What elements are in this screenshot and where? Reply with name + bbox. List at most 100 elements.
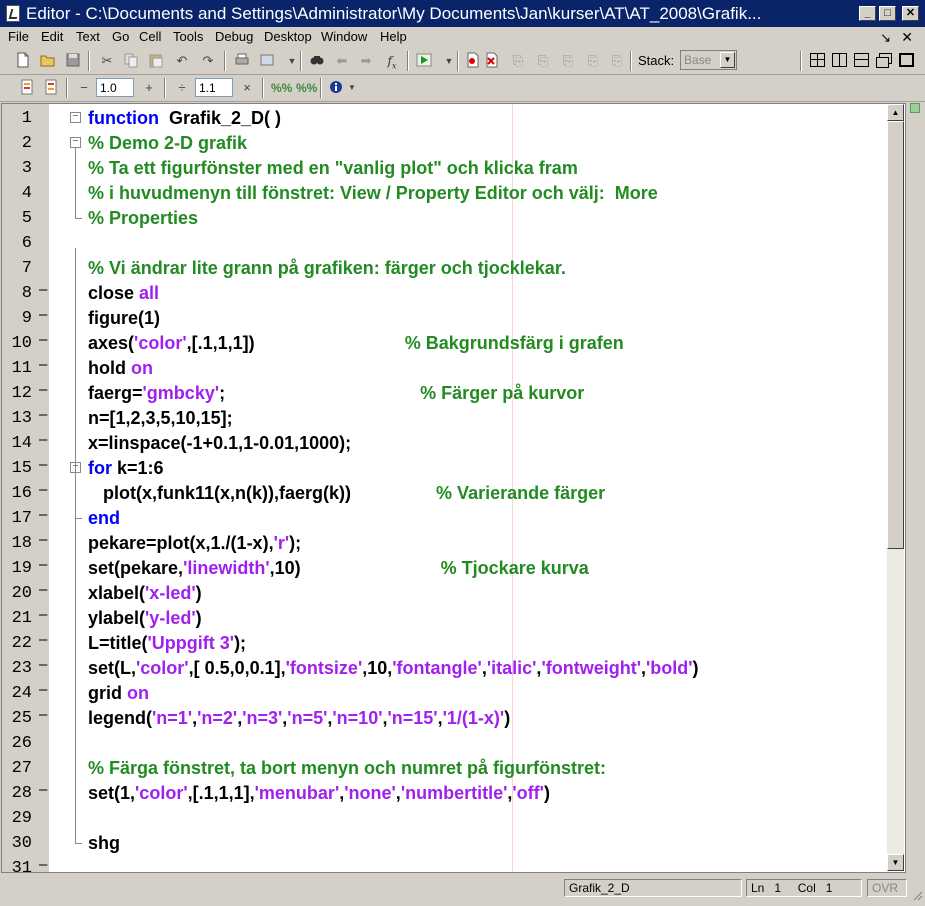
scroll-down-arrow-icon[interactable]: ▼ xyxy=(887,854,904,871)
new-file-icon[interactable] xyxy=(14,52,32,70)
code-line[interactable]: 20– xlabel('x-led') xyxy=(2,581,886,606)
menu-desktop[interactable]: Desktop xyxy=(264,29,312,44)
increment-button[interactable]: + xyxy=(140,79,158,97)
menu-file[interactable]: File xyxy=(8,29,29,44)
menu-window[interactable]: Window xyxy=(321,29,367,44)
save-icon[interactable] xyxy=(64,52,82,70)
code-text[interactable]: grid on xyxy=(88,683,149,704)
code-line[interactable]: 16– plot(x,funk11(x,n(k)),faerg(k)) % Va… xyxy=(2,481,886,506)
exit-debug-icon[interactable]: ⎘ xyxy=(608,52,626,70)
code-line[interactable]: 29 xyxy=(2,806,886,831)
info-dropdown-icon[interactable]: ▼ xyxy=(343,79,361,97)
left-right-layout-icon[interactable] xyxy=(832,53,847,67)
insert-cell-dividers-icon[interactable]: %% xyxy=(296,79,317,97)
code-text[interactable]: xlabel('x-led') xyxy=(88,583,202,604)
breakpoint-marker[interactable]: – xyxy=(39,331,47,348)
continue-icon[interactable]: ⎘ xyxy=(584,52,602,70)
code-line[interactable]: 18– pekare=plot(x,1./(1-x),'r'); xyxy=(2,531,886,556)
cell-eval-advance-icon[interactable] xyxy=(42,79,60,97)
breakpoint-marker[interactable]: – xyxy=(39,456,47,473)
breakpoint-marker[interactable]: – xyxy=(39,556,47,573)
undo-icon[interactable]: ↶ xyxy=(173,52,191,70)
code-line[interactable]: 12– faerg='gmbcky'; % Färger på kurvor xyxy=(2,381,886,406)
menu-go[interactable]: Go xyxy=(112,29,129,44)
code-text[interactable]: % Vi ändrar lite grann på grafiken: färg… xyxy=(88,258,566,279)
code-text[interactable]: plot(x,funk11(x,n(k)),faerg(k)) % Varier… xyxy=(88,483,605,504)
set-breakpoint-icon[interactable] xyxy=(464,52,482,70)
code-text[interactable]: hold on xyxy=(88,358,153,379)
breakpoint-marker[interactable]: – xyxy=(39,356,47,373)
code-text[interactable]: axes('color',[.1,1,1]) % Bakgrundsfärg i… xyxy=(88,333,624,354)
breakpoint-marker[interactable]: – xyxy=(39,631,47,648)
forward-icon[interactable]: ➡ xyxy=(357,52,375,70)
decrement-button[interactable]: − xyxy=(75,79,93,97)
code-text[interactable]: ylabel('y-led') xyxy=(88,608,202,629)
code-text[interactable]: x=linspace(-1+0.1,1-0.01,1000); xyxy=(88,433,351,454)
breakpoint-marker[interactable]: – xyxy=(39,431,47,448)
back-icon[interactable]: ⬅ xyxy=(333,52,351,70)
vertical-scrollbar[interactable]: ▲ ▼ xyxy=(887,104,904,871)
step-in-icon[interactable]: ⎘ xyxy=(534,52,552,70)
code-line[interactable]: 25– legend('n=1','n=2','n=3','n=5','n=10'… xyxy=(2,706,886,731)
code-text[interactable]: % Demo 2-D grafik xyxy=(88,133,247,154)
increment-input[interactable] xyxy=(96,78,134,97)
open-icon[interactable] xyxy=(39,52,57,70)
breakpoint-marker[interactable]: – xyxy=(39,531,47,548)
code-line[interactable]: 13– n=[1,2,3,5,10,15]; xyxy=(2,406,886,431)
code-line[interactable]: 11– hold on xyxy=(2,356,886,381)
code-line[interactable]: 10– axes('color',[.1,1,1]) % Bakgrundsfär… xyxy=(2,331,886,356)
menu-edit[interactable]: Edit xyxy=(41,29,63,44)
insert-cell-divider-icon[interactable]: %% xyxy=(271,79,292,97)
code-line[interactable]: 31– xyxy=(2,856,886,872)
breakpoint-marker[interactable]: – xyxy=(39,406,47,423)
code-analyzer-indicator[interactable] xyxy=(908,103,923,118)
menu-help[interactable]: Help xyxy=(380,29,407,44)
code-text[interactable]: % Ta ett figurfönster med en "vanlig plo… xyxy=(88,158,578,179)
code-line[interactable]: 27 % Färga fönstret, ta bort menyn och nu… xyxy=(2,756,886,781)
code-line[interactable]: 2 −% Demo 2-D grafik xyxy=(2,131,886,156)
fold-toggle-icon[interactable]: − xyxy=(70,137,81,148)
code-text[interactable]: set(1,'color',[.1,1,1],'menubar','none',… xyxy=(88,783,550,804)
print-icon[interactable] xyxy=(233,52,251,70)
menu-cell[interactable]: Cell xyxy=(139,29,161,44)
code-editor[interactable]: 1 − function Grafik_2_D( ) 2 −% Demo 2-D gra… xyxy=(1,103,906,873)
float-layout-icon[interactable] xyxy=(876,53,892,68)
breakpoint-marker[interactable]: – xyxy=(39,856,47,872)
code-line[interactable]: 23– set(L,'color',[ 0.5,0,0.1],'fontsize'… xyxy=(2,656,886,681)
minimize-button[interactable]: _ xyxy=(859,6,876,21)
cell-eval-icon[interactable] xyxy=(18,79,36,97)
breakpoint-marker[interactable]: – xyxy=(39,281,47,298)
code-text[interactable]: % i huvudmenyn till fönstret: View / Pro… xyxy=(88,183,658,204)
code-text[interactable]: % Properties xyxy=(88,208,198,229)
code-text[interactable]: end xyxy=(88,508,120,529)
maximize-button[interactable]: □ xyxy=(879,6,896,21)
code-text[interactable]: figure(1) xyxy=(88,308,160,329)
step-out-icon[interactable]: ⎘ xyxy=(559,52,577,70)
cut-icon[interactable]: ✂ xyxy=(98,52,116,70)
code-text[interactable]: function Grafik_2_D( ) xyxy=(88,108,281,129)
code-line[interactable]: 26 xyxy=(2,731,886,756)
scrollbar-thumb[interactable] xyxy=(887,121,904,549)
code-line[interactable]: 1 − function Grafik_2_D( ) xyxy=(2,106,886,131)
code-line[interactable]: 19– set(pekare,'linewidth',10) % Tjockare… xyxy=(2,556,886,581)
code-line[interactable]: 22– L=title('Uppgift 3'); xyxy=(2,631,886,656)
close-button[interactable]: ✕ xyxy=(902,6,919,21)
breakpoint-marker[interactable]: – xyxy=(39,381,47,398)
code-line[interactable]: 15–−for k=1:6 xyxy=(2,456,886,481)
multiply-button[interactable]: × xyxy=(238,79,256,97)
code-line[interactable]: 17– end xyxy=(2,506,886,531)
undock-icon[interactable]: ↘ xyxy=(880,30,891,46)
code-line[interactable]: 28– set(1,'color',[.1,1,1],'menubar','non… xyxy=(2,781,886,806)
code-text[interactable]: close all xyxy=(88,283,159,304)
code-text[interactable]: faerg='gmbcky'; % Färger på kurvor xyxy=(88,383,584,404)
function-icon[interactable]: fx xyxy=(383,52,401,70)
breakpoint-marker[interactable]: – xyxy=(39,506,47,523)
code-line[interactable]: 14– x=linspace(-1+0.1,1-0.01,1000); xyxy=(2,431,886,456)
code-text[interactable]: L=title('Uppgift 3'); xyxy=(88,633,246,654)
find-file-icon[interactable] xyxy=(259,52,277,70)
code-line[interactable]: 21– ylabel('y-led') xyxy=(2,606,886,631)
stack-select[interactable]: Base ▼ xyxy=(680,50,737,70)
code-line[interactable]: 4 % i huvudmenyn till fönstret: View / Pr… xyxy=(2,181,886,206)
factor-input[interactable] xyxy=(195,78,233,97)
menu-debug[interactable]: Debug xyxy=(215,29,253,44)
